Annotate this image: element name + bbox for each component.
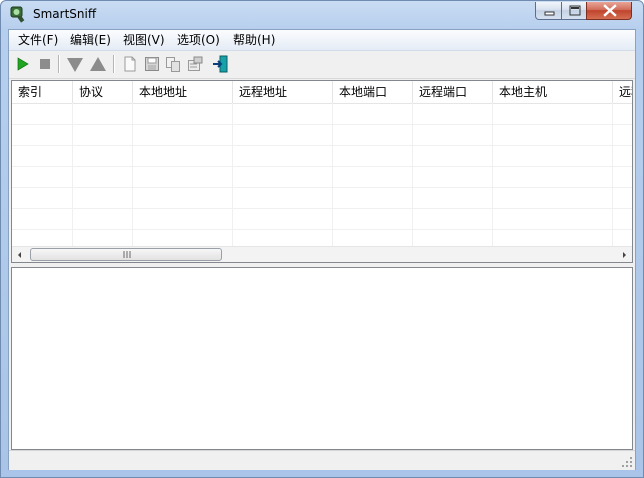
table-row <box>12 187 632 209</box>
menu-options[interactable]: 选项(O) <box>177 32 220 48</box>
title-bar[interactable]: SmartSniff <box>1 1 643 29</box>
arrow-down-icon <box>67 58 83 72</box>
connections-table[interactable]: 索引 协议 本地地址 远程地址 本地端口 远程端口 本地主机 远程 <box>11 80 633 263</box>
status-bar <box>9 450 635 470</box>
maximize-button[interactable] <box>561 2 587 20</box>
column-header-local-address[interactable]: 本地地址 <box>133 81 233 103</box>
smartsniff-app-icon <box>10 6 25 23</box>
column-header-remote-port[interactable]: 远程端口 <box>413 81 493 103</box>
new-button[interactable] <box>121 55 139 73</box>
menu-bar: 文件(F) 编辑(E) 视图(V) 选项(O) 帮助(H) <box>9 30 635 51</box>
properties-button[interactable] <box>186 55 204 73</box>
close-button[interactable] <box>586 2 632 20</box>
close-icon <box>603 4 617 17</box>
arrow-up-icon <box>90 57 106 71</box>
grid-line <box>612 103 613 246</box>
toolbar <box>9 51 635 79</box>
stop-capture-button[interactable] <box>36 55 54 73</box>
table-row <box>12 166 632 188</box>
horizontal-scrollbar[interactable] <box>12 246 632 262</box>
chevron-right-icon <box>623 252 626 258</box>
table-row <box>12 103 632 125</box>
window-title: SmartSniff <box>33 7 97 21</box>
column-header-remote-address[interactable]: 远程地址 <box>233 81 333 103</box>
client-area: 文件(F) 编辑(E) 视图(V) 选项(O) 帮助(H) 索引 协议 本地地址… <box>8 29 636 470</box>
grid-line <box>332 103 333 246</box>
copy-icon <box>166 57 180 72</box>
grip-icon <box>123 251 131 258</box>
grid-line <box>232 103 233 246</box>
copy-button[interactable] <box>164 55 182 73</box>
column-header-local-host[interactable]: 本地主机 <box>493 81 613 103</box>
table-row <box>12 208 632 230</box>
resize-grip-icon[interactable] <box>621 456 633 468</box>
packet-data-pane[interactable] <box>11 267 633 450</box>
grid-line <box>132 103 133 246</box>
move-up-button[interactable] <box>89 55 107 73</box>
grid-line <box>412 103 413 246</box>
stop-icon <box>40 59 50 69</box>
grid-line <box>492 103 493 246</box>
column-header-local-port[interactable]: 本地端口 <box>333 81 413 103</box>
toolbar-separator <box>58 55 60 73</box>
column-header-index[interactable]: 索引 <box>12 81 73 103</box>
column-header-remote-host[interactable]: 远程 <box>613 81 632 103</box>
play-icon <box>17 57 29 71</box>
scrollbar-thumb[interactable] <box>30 248 222 261</box>
new-document-icon <box>124 56 136 72</box>
move-down-button[interactable] <box>66 55 84 73</box>
maximize-icon <box>569 5 581 16</box>
minimize-icon <box>544 11 555 16</box>
menu-help[interactable]: 帮助(H) <box>233 32 275 48</box>
grid-line <box>72 103 73 246</box>
table-row <box>12 124 632 146</box>
start-capture-button[interactable] <box>14 55 32 73</box>
menu-file[interactable]: 文件(F) <box>18 32 58 48</box>
menu-view[interactable]: 视图(V) <box>123 32 165 48</box>
chevron-left-icon <box>18 252 21 258</box>
exit-icon <box>213 55 228 73</box>
scroll-right-button[interactable] <box>616 247 632 262</box>
menu-edit[interactable]: 编辑(E) <box>70 32 111 48</box>
table-header: 索引 协议 本地地址 远程地址 本地端口 远程端口 本地主机 远程 <box>12 81 632 104</box>
exit-button[interactable] <box>212 55 230 73</box>
app-window: SmartSniff 文件(F) 编辑(E) 视图(V) 选项(O) 帮助(H) <box>0 0 644 478</box>
toolbar-separator <box>113 55 115 73</box>
column-header-protocol[interactable]: 协议 <box>73 81 133 103</box>
scroll-left-button[interactable] <box>12 247 28 262</box>
minimize-button[interactable] <box>535 2 562 20</box>
save-icon <box>145 57 159 71</box>
save-button[interactable] <box>143 55 161 73</box>
table-row <box>12 145 632 167</box>
properties-icon <box>188 56 203 71</box>
